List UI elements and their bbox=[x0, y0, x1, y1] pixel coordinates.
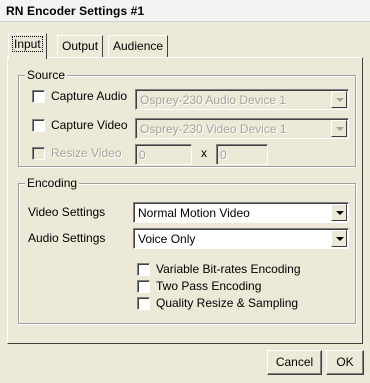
two-pass-label: Two Pass Encoding bbox=[156, 279, 262, 293]
audio-settings-select[interactable]: Voice Only bbox=[133, 228, 349, 249]
video-device-dropdown-button[interactable] bbox=[331, 120, 347, 137]
audio-device-select[interactable]: Osprey-230 Audio Device 1 bbox=[135, 89, 349, 110]
title-bar: RN Encoder Settings #1 bbox=[0, 0, 370, 22]
video-device-select[interactable]: Osprey-230 Video Device 1 bbox=[135, 118, 349, 139]
tab-audience[interactable]: Audience bbox=[108, 35, 169, 57]
two-pass-checkbox[interactable] bbox=[137, 280, 150, 293]
chevron-down-icon bbox=[336, 98, 344, 102]
tab-output[interactable]: Output bbox=[57, 35, 104, 57]
ok-button[interactable]: OK bbox=[326, 350, 364, 375]
resize-separator: x bbox=[201, 146, 207, 160]
quality-resize-checkbox[interactable] bbox=[137, 297, 150, 310]
capture-video-checkbox[interactable] bbox=[32, 119, 45, 132]
encoding-group: Encoding Video Settings Normal Motion Vi… bbox=[18, 176, 356, 324]
cancel-button[interactable]: Cancel bbox=[267, 350, 322, 375]
quality-resize-label: Quality Resize & Sampling bbox=[156, 296, 299, 310]
resize-width-input[interactable]: 0 bbox=[135, 144, 192, 165]
chevron-down-icon bbox=[336, 211, 344, 215]
tab-input[interactable]: Input bbox=[8, 33, 47, 59]
audio-settings-dropdown-button[interactable] bbox=[331, 230, 347, 247]
chevron-down-icon bbox=[336, 237, 344, 241]
capture-video-label: Capture Video bbox=[51, 118, 128, 132]
source-group: Source Capture Audio Osprey-230 Audio De… bbox=[18, 68, 356, 167]
resize-height-input[interactable]: 0 bbox=[216, 144, 268, 165]
chevron-down-icon bbox=[336, 127, 344, 131]
tab-output-label: Output bbox=[62, 39, 99, 53]
input-tab-panel: Source Capture Audio Osprey-230 Audio De… bbox=[7, 57, 363, 344]
video-device-value: Osprey-230 Video Device 1 bbox=[140, 122, 287, 136]
source-group-title: Source bbox=[25, 68, 68, 82]
resize-video-checkbox[interactable] bbox=[32, 147, 45, 160]
variable-bitrate-checkbox[interactable] bbox=[137, 263, 150, 276]
capture-audio-checkbox[interactable] bbox=[32, 90, 45, 103]
tab-audience-label: Audience bbox=[113, 39, 164, 53]
audio-settings-label: Audio Settings bbox=[28, 231, 106, 245]
video-settings-label: Video Settings bbox=[28, 205, 106, 219]
resize-video-label: Resize Video bbox=[51, 146, 122, 160]
resize-height-value: 0 bbox=[220, 148, 227, 162]
encoding-group-title: Encoding bbox=[25, 176, 80, 190]
video-settings-select[interactable]: Normal Motion Video bbox=[133, 202, 349, 223]
tab-input-label: Input bbox=[12, 36, 43, 52]
resize-width-value: 0 bbox=[139, 148, 146, 162]
window-title: RN Encoder Settings #1 bbox=[6, 4, 145, 18]
video-settings-dropdown-button[interactable] bbox=[331, 204, 347, 221]
audio-settings-value: Voice Only bbox=[138, 232, 196, 246]
variable-bitrate-label: Variable Bit-rates Encoding bbox=[156, 262, 301, 276]
video-settings-value: Normal Motion Video bbox=[138, 206, 250, 220]
capture-audio-label: Capture Audio bbox=[51, 89, 128, 103]
audio-device-value: Osprey-230 Audio Device 1 bbox=[140, 93, 287, 107]
audio-device-dropdown-button[interactable] bbox=[331, 91, 347, 108]
